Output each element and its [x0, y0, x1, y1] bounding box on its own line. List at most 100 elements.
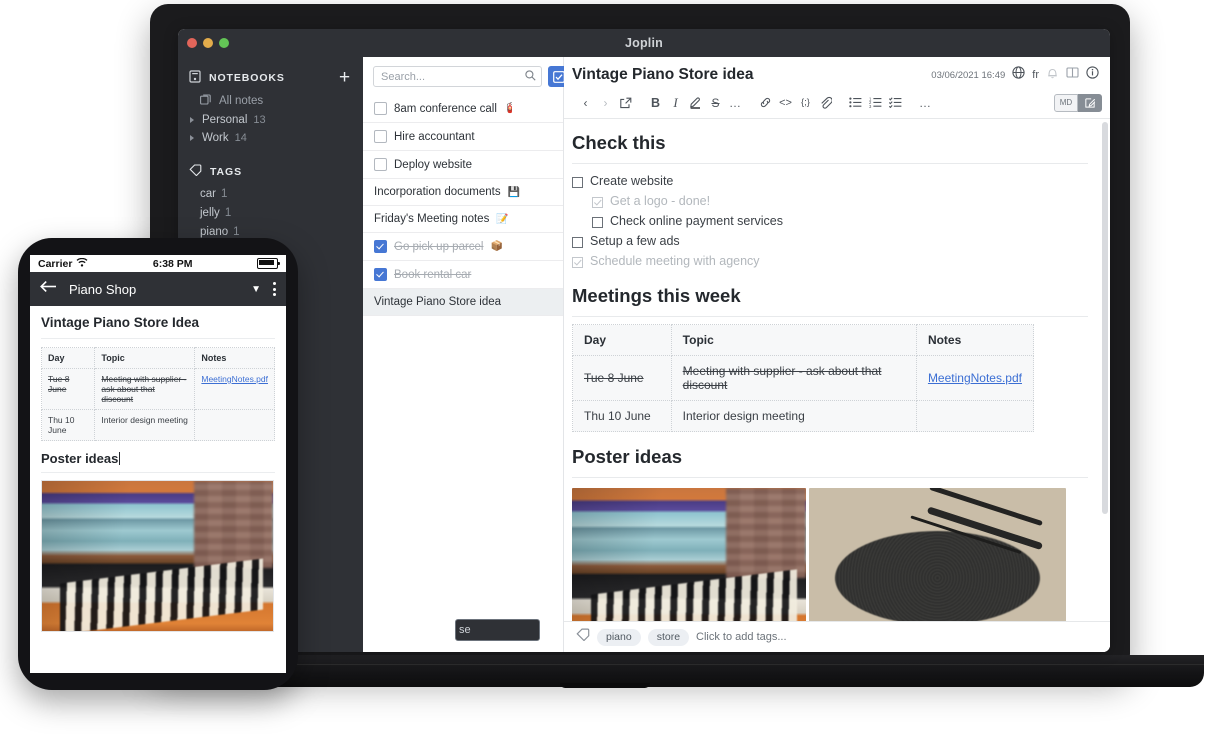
more-format-button[interactable]: …: [726, 93, 745, 112]
todo-checkbox[interactable]: [374, 102, 387, 115]
checkbox-list-icon[interactable]: [886, 93, 905, 112]
forward-button[interactable]: ›: [596, 93, 615, 112]
note-list-item[interactable]: Incorporation documents 💾: [363, 179, 563, 206]
open-external-icon[interactable]: [616, 93, 635, 112]
tag-bar[interactable]: piano store Click to add tags...: [564, 621, 1110, 652]
back-button[interactable]: ‹: [576, 93, 595, 112]
checklist-item[interactable]: Create website: [572, 171, 1088, 191]
add-tags-hint[interactable]: Click to add tags...: [696, 631, 787, 643]
notebook-icon: [189, 70, 201, 86]
meeting-notes-link[interactable]: MeetingNotes.pdf: [928, 371, 1022, 385]
overflow-menu-icon[interactable]: [273, 282, 276, 296]
note-list-item-selected[interactable]: Vintage Piano Store idea: [363, 289, 563, 316]
note-list-item-label: Friday's Meeting notes: [374, 213, 490, 225]
todo-checkbox[interactable]: [374, 158, 387, 171]
link-icon[interactable]: [756, 93, 775, 112]
sidebar-tag-jelly[interactable]: jelly 1: [178, 203, 363, 222]
checklist-item[interactable]: Schedule meeting with agency: [572, 251, 1088, 271]
checkbox-icon[interactable]: [572, 237, 583, 248]
add-notebook-button[interactable]: +: [339, 68, 353, 87]
chevron-down-icon[interactable]: ▼: [251, 284, 261, 295]
phone-note-content[interactable]: Vintage Piano Store Idea Day Topic Notes…: [30, 306, 286, 673]
meeting-notes-link[interactable]: MeetingNotes.pdf: [201, 374, 268, 384]
numbered-list-icon[interactable]: 123: [866, 93, 885, 112]
todo-checkbox[interactable]: [374, 130, 387, 143]
alarm-icon[interactable]: [1046, 66, 1059, 84]
note-list-item[interactable]: Friday's Meeting notes 📝: [363, 206, 563, 233]
code-block-button[interactable]: {;}: [796, 93, 815, 112]
table-row: Tue 8 June Meeting with supplier - ask a…: [40, 368, 275, 410]
note-list-item-label: Go pick up parcel: [394, 240, 484, 253]
tag-count: 1: [233, 225, 240, 238]
note-list-item-label: Deploy website: [394, 158, 472, 171]
checkbox-checked-icon[interactable]: [572, 257, 583, 268]
attachment-icon[interactable]: [816, 93, 835, 112]
cell-notes: MeetingNotes.pdf: [915, 355, 1035, 401]
minimize-button-icon[interactable]: [203, 38, 213, 48]
todo-checkbox[interactable]: [374, 240, 387, 253]
close-button-icon[interactable]: [187, 38, 197, 48]
back-arrow-icon[interactable]: [40, 280, 57, 298]
rich-text-view-button[interactable]: [1078, 93, 1102, 112]
search-bar: [363, 57, 596, 95]
checkbox-icon[interactable]: [592, 217, 603, 228]
phone-app-bar: Piano Shop ▼: [30, 272, 286, 306]
maximize-button-icon[interactable]: [219, 38, 229, 48]
tags-label: TAGS: [210, 165, 242, 178]
note-language-label: fr: [1032, 69, 1039, 81]
phone-piano-photo[interactable]: [41, 480, 274, 632]
traffic-lights[interactable]: [187, 29, 229, 57]
note-list-item[interactable]: Hire accountant: [363, 123, 563, 151]
phone-screen: Carrier 6:38 PM Piano Shop ▼ Vintage Pia…: [30, 255, 286, 673]
more-options-button[interactable]: …: [916, 93, 935, 112]
note-tag-piano[interactable]: piano: [597, 628, 641, 646]
note-list-item[interactable]: 8am conference call 🧯: [363, 95, 563, 123]
phone-heading-poster-ideas: Poster ideas: [41, 451, 275, 473]
inline-code-button[interactable]: <>: [776, 93, 795, 112]
sidebar-item-personal[interactable]: Personal 13: [178, 111, 363, 129]
chevron-right-icon[interactable]: [190, 117, 194, 123]
info-icon[interactable]: [1086, 66, 1099, 84]
note-list-item[interactable]: Deploy website: [363, 151, 563, 179]
partial-close-button[interactable]: se: [455, 619, 540, 641]
piano-photo[interactable]: [572, 488, 806, 621]
sidebar-item-all-notes[interactable]: All notes: [178, 91, 363, 111]
turntable-photo[interactable]: [809, 488, 1066, 621]
page-title[interactable]: Vintage Piano Store idea: [572, 66, 924, 84]
split-view-icon[interactable]: [1066, 66, 1079, 84]
todo-checkbox[interactable]: [374, 268, 387, 281]
sidebar-item-label: Work: [202, 132, 229, 144]
tag-label: piano: [200, 225, 229, 238]
italic-button[interactable]: I: [666, 93, 685, 112]
note-list-item[interactable]: Book rental car: [363, 261, 563, 289]
vertical-scrollbar[interactable]: [1102, 122, 1108, 514]
bullet-list-icon[interactable]: [846, 93, 865, 112]
note-list-item[interactable]: Go pick up parcel 📦: [363, 233, 563, 261]
note-tag-store[interactable]: store: [647, 628, 690, 646]
checklist-item[interactable]: Get a logo - done!: [572, 191, 1088, 211]
chevron-right-icon[interactable]: [190, 135, 194, 141]
phone-device: Carrier 6:38 PM Piano Shop ▼ Vintage Pia…: [18, 238, 298, 690]
checklist-item[interactable]: Check online payment services: [572, 211, 1088, 231]
note-content[interactable]: Check this Create website Get a logo - d…: [564, 119, 1110, 621]
checklist-item[interactable]: Setup a few ads: [572, 231, 1088, 251]
sidebar-item-work[interactable]: Work 14: [178, 129, 363, 147]
note-list-item-label: 8am conference call: [394, 102, 497, 115]
search-box[interactable]: [373, 66, 542, 87]
checkbox-icon[interactable]: [572, 177, 583, 188]
highlight-icon[interactable]: [686, 93, 705, 112]
strikethrough-button[interactable]: S: [706, 93, 725, 112]
phone-note-title: Vintage Piano Store Idea: [41, 315, 275, 339]
checkbox-checked-icon[interactable]: [592, 197, 603, 208]
search-input[interactable]: [379, 69, 525, 84]
bold-button[interactable]: B: [646, 93, 665, 112]
phone-status-bar: Carrier 6:38 PM: [30, 255, 286, 272]
phone-meetings-table: Day Topic Notes Tue 8 June Meeting with …: [40, 347, 275, 441]
cell-notes: [915, 400, 1035, 432]
markdown-view-button[interactable]: MD: [1054, 93, 1078, 112]
cell-notes: MeetingNotes.pdf: [194, 368, 275, 410]
joplin-desktop-window: Joplin NOTEBOOKS + All notes Personal 13…: [178, 29, 1110, 652]
sidebar-item-count: 14: [234, 132, 247, 144]
sidebar-tag-car[interactable]: car 1: [178, 184, 363, 203]
globe-icon[interactable]: [1012, 66, 1025, 84]
